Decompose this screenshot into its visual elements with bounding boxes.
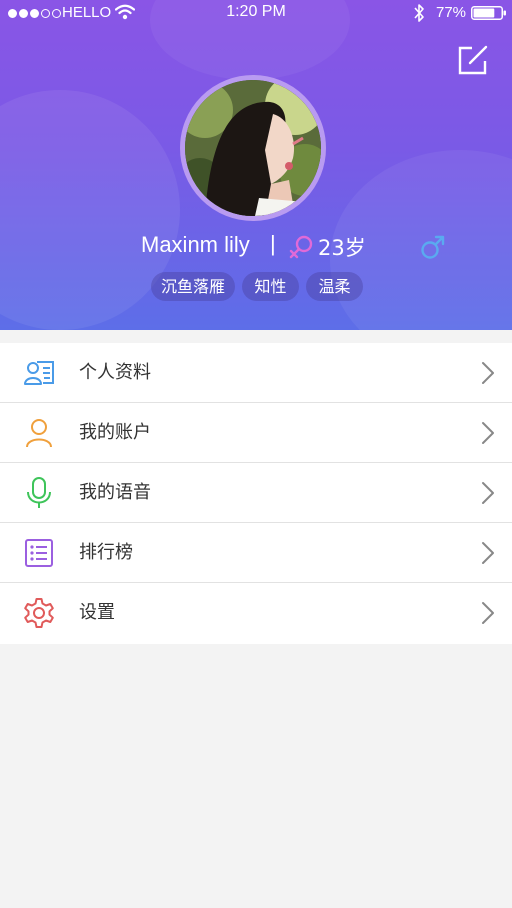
male-icon — [421, 235, 445, 259]
menu-item-account[interactable]: 我的账户 — [0, 403, 512, 463]
profile-info-row: Maxinm lily | 23岁 — [0, 230, 512, 264]
menu-item-profile[interactable]: 个人资料 — [0, 343, 512, 403]
avatar-photo — [185, 80, 321, 216]
tag-chip: 知性 — [242, 272, 299, 301]
name-separator: | — [270, 231, 276, 256]
menu-label: 排行榜 — [79, 542, 133, 563]
profile-header: HELLO 1:20 PM 77% Maxinm lily | 23岁 沉鱼落雁… — [0, 0, 512, 330]
profile-name: Maxinm lily — [141, 232, 250, 257]
chevron-right-icon — [482, 542, 494, 564]
menu-label: 个人资料 — [79, 362, 151, 383]
chevron-right-icon — [482, 482, 494, 504]
menu-label: 设置 — [79, 602, 115, 623]
female-icon — [289, 235, 313, 259]
gear-icon — [24, 598, 54, 628]
bluetooth-icon — [414, 4, 424, 22]
menu-list: 个人资料 我的账户 我的语音 排行榜 设置 — [0, 343, 512, 644]
chevron-right-icon — [482, 602, 494, 624]
menu-label: 我的账户 — [79, 422, 151, 443]
edit-icon[interactable] — [457, 44, 489, 76]
battery-percentage: 77% — [436, 4, 467, 21]
profile-card-icon — [24, 361, 54, 385]
tag-chip: 沉鱼落雁 — [151, 272, 235, 301]
chevron-right-icon — [482, 422, 494, 444]
chevron-right-icon — [482, 362, 494, 384]
menu-label: 我的语音 — [79, 482, 151, 503]
battery-icon — [471, 6, 506, 20]
profile-age: 23岁 — [318, 236, 366, 260]
menu-item-ranking[interactable]: 排行榜 — [0, 523, 512, 583]
user-icon — [26, 419, 52, 448]
list-icon — [25, 539, 53, 567]
menu-item-voice[interactable]: 我的语音 — [0, 463, 512, 523]
tag-chip: 温柔 — [306, 272, 363, 301]
tag-list: 沉鱼落雁 知性 温柔 — [0, 272, 512, 302]
menu-item-settings[interactable]: 设置 — [0, 583, 512, 644]
avatar[interactable] — [180, 75, 326, 221]
microphone-icon — [27, 477, 51, 508]
status-bar: HELLO 1:20 PM 77% — [0, 0, 512, 28]
